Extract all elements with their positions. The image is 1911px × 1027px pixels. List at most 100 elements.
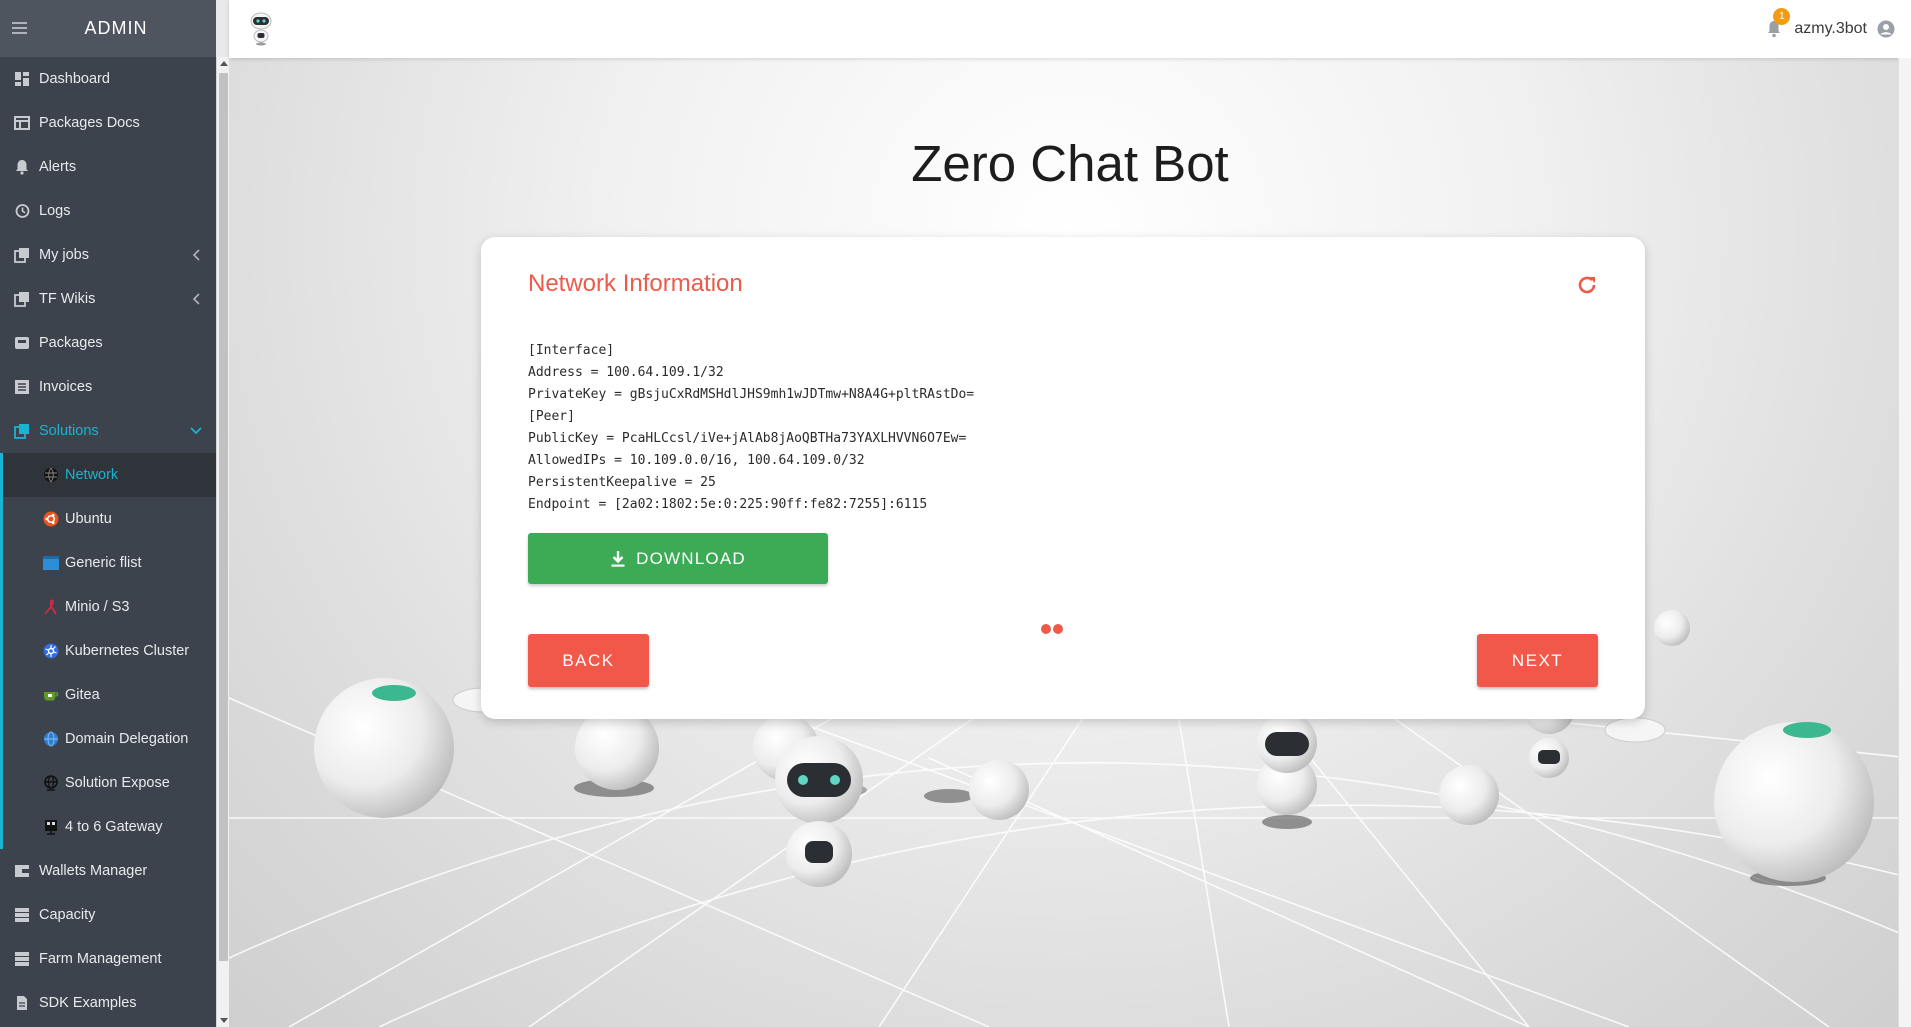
back-button[interactable]: BACK [528,634,649,687]
download-icon [611,550,625,567]
sidebar-item-label: Farm Management [39,951,162,967]
bot-logo-icon[interactable] [249,12,273,46]
sidebar-item-alerts[interactable]: Alerts [0,145,216,189]
domain-icon [43,731,59,747]
sidebar-item-label: Ubuntu [65,511,112,527]
sidebar: ADMIN Dashboard Packages Docs Alerts Log… [0,0,216,1027]
main-content: Zero Chat Bot Network Information [Inter… [229,58,1911,1027]
sidebar-item-logs[interactable]: Logs [0,189,216,233]
scroll-down-icon[interactable] [220,1018,228,1023]
copy-icon [14,423,30,439]
sidebar-item-label: Solutions [39,423,99,439]
config-line: PrivateKey = gBsjuCxRdMSHdlJHS9mh1wJDTmw… [528,387,975,402]
ubuntu-icon [43,511,59,527]
sidebar-item-generic-flist[interactable]: Generic flist [3,541,216,585]
gitea-icon [43,687,59,703]
sidebar-item-network[interactable]: Network [3,453,216,497]
sidebar-item-my-jobs[interactable]: My jobs [0,233,216,277]
sidebar-nav: Dashboard Packages Docs Alerts Logs My j… [0,57,216,1025]
sidebar-item-4to6-gateway[interactable]: 4 to 6 Gateway [3,805,216,849]
sidebar-scrollbar-thumb[interactable] [219,73,228,961]
sidebar-item-gitea[interactable]: Gitea [3,673,216,717]
sidebar-item-label: Capacity [39,907,96,923]
sidebar-item-label: Logs [39,203,71,219]
copy-icon [14,247,30,263]
refresh-icon[interactable] [1575,273,1599,297]
sidebar-item-sdk-examples[interactable]: SDK Examples [0,981,216,1025]
chevron-down-icon [190,427,202,435]
sidebar-item-label: Solution Expose [65,775,170,791]
notifications-button[interactable]: 1 [1766,8,1791,38]
sidebar-item-label: Packages [39,335,103,351]
config-line: AllowedIPs = 10.109.0.0/16, 100.64.109.0… [528,453,865,468]
list-icon [14,379,30,395]
next-button[interactable]: NEXT [1477,634,1598,687]
sidebar-item-label: Packages Docs [39,115,140,131]
sidebar-item-ubuntu[interactable]: Ubuntu [3,497,216,541]
notification-badge: 1 [1773,8,1791,25]
network-info-card: Network Information [Interface] Address =… [481,237,1645,719]
sidebar-item-packages-docs[interactable]: Packages Docs [0,101,216,145]
progress-dots [1041,624,1063,634]
config-line: [Peer] [528,409,575,424]
menu-icon[interactable] [12,22,27,34]
download-button[interactable]: DOWNLOAD [528,533,828,584]
sidebar-item-label: Gitea [65,687,100,703]
globe-icon [43,775,59,791]
sidebar-item-invoices[interactable]: Invoices [0,365,216,409]
config-line: Address = 100.64.109.1/32 [528,365,724,380]
sidebar-item-label: Wallets Manager [39,863,148,879]
wireguard-config: [Interface] Address = 100.64.109.1/32 Priv… [528,340,974,516]
sidebar-item-label: Alerts [39,159,77,175]
config-line: PersistentKeepalive = 25 [528,475,716,490]
sidebar-item-packages[interactable]: Packages [0,321,216,365]
sidebar-item-tf-wikis[interactable]: TF Wikis [0,277,216,321]
chevron-left-icon [192,249,200,261]
scroll-up-icon[interactable] [220,61,228,66]
server-icon [14,907,30,923]
user-area: 1 azmy.3bot [1766,0,1895,58]
sidebar-item-minio[interactable]: Minio / S3 [3,585,216,629]
history-icon [14,203,30,219]
chevron-left-icon [192,293,200,305]
sidebar-header: ADMIN [0,0,216,57]
sidebar-item-label: Network [65,467,119,483]
solutions-submenu: Network Ubuntu Generic flist Minio / S3 … [0,453,216,849]
sidebar-item-label: Invoices [39,379,93,395]
server-icon [14,951,30,967]
username[interactable]: azmy.3bot [1794,20,1867,38]
gateway-icon [43,819,59,835]
sidebar-item-solutions[interactable]: Solutions [0,409,216,453]
sidebar-item-label: Kubernetes Cluster [65,643,190,659]
sidebar-item-kubernetes[interactable]: Kubernetes Cluster [3,629,216,673]
network-globe-icon [43,467,59,483]
config-line: Endpoint = [2a02:1802:5e:0:225:90ff:fe82… [528,497,928,512]
sidebar-item-dashboard[interactable]: Dashboard [0,57,216,101]
sidebar-item-label: Domain Delegation [65,731,189,747]
progress-dot [1053,624,1063,634]
sidebar-item-farm-management[interactable]: Farm Management [0,937,216,981]
config-line: [Interface] [528,343,615,358]
document-icon [14,995,30,1011]
bell-icon [14,159,30,175]
main-scrollbar[interactable] [1898,58,1911,1027]
wallet-icon [14,863,30,879]
page-title: Zero Chat Bot [911,135,1229,192]
flist-icon [43,555,59,571]
sidebar-item-capacity[interactable]: Capacity [0,893,216,937]
sidebar-scrollbar[interactable] [216,57,229,1027]
package-icon [14,335,30,351]
progress-dot [1041,624,1051,634]
minio-icon [43,599,59,615]
download-label: DOWNLOAD [636,548,746,568]
card-title: Network Information [528,270,743,297]
table-icon [14,115,30,131]
sidebar-item-label: My jobs [39,247,89,263]
sidebar-item-label: 4 to 6 Gateway [65,819,163,835]
sidebar-item-label: Dashboard [39,71,110,87]
topbar: 1 azmy.3bot [229,0,1911,58]
sidebar-item-domain-delegation[interactable]: Domain Delegation [3,717,216,761]
sidebar-item-wallets-manager[interactable]: Wallets Manager [0,849,216,893]
sidebar-item-solution-expose[interactable]: Solution Expose [3,761,216,805]
account-icon[interactable] [1877,20,1895,38]
